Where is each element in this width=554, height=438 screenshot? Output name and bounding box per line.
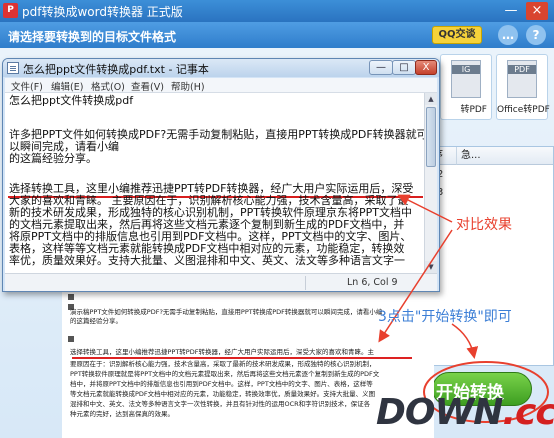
click-hint-arrow	[451, 323, 479, 359]
click-start-hint: 3点击"开始转换"即可	[378, 309, 512, 325]
down-cc-watermark: DOWN.cc	[376, 392, 554, 433]
contrast-arrow-upper	[397, 194, 453, 223]
contrast-effect-label: 对比效果	[456, 217, 512, 233]
